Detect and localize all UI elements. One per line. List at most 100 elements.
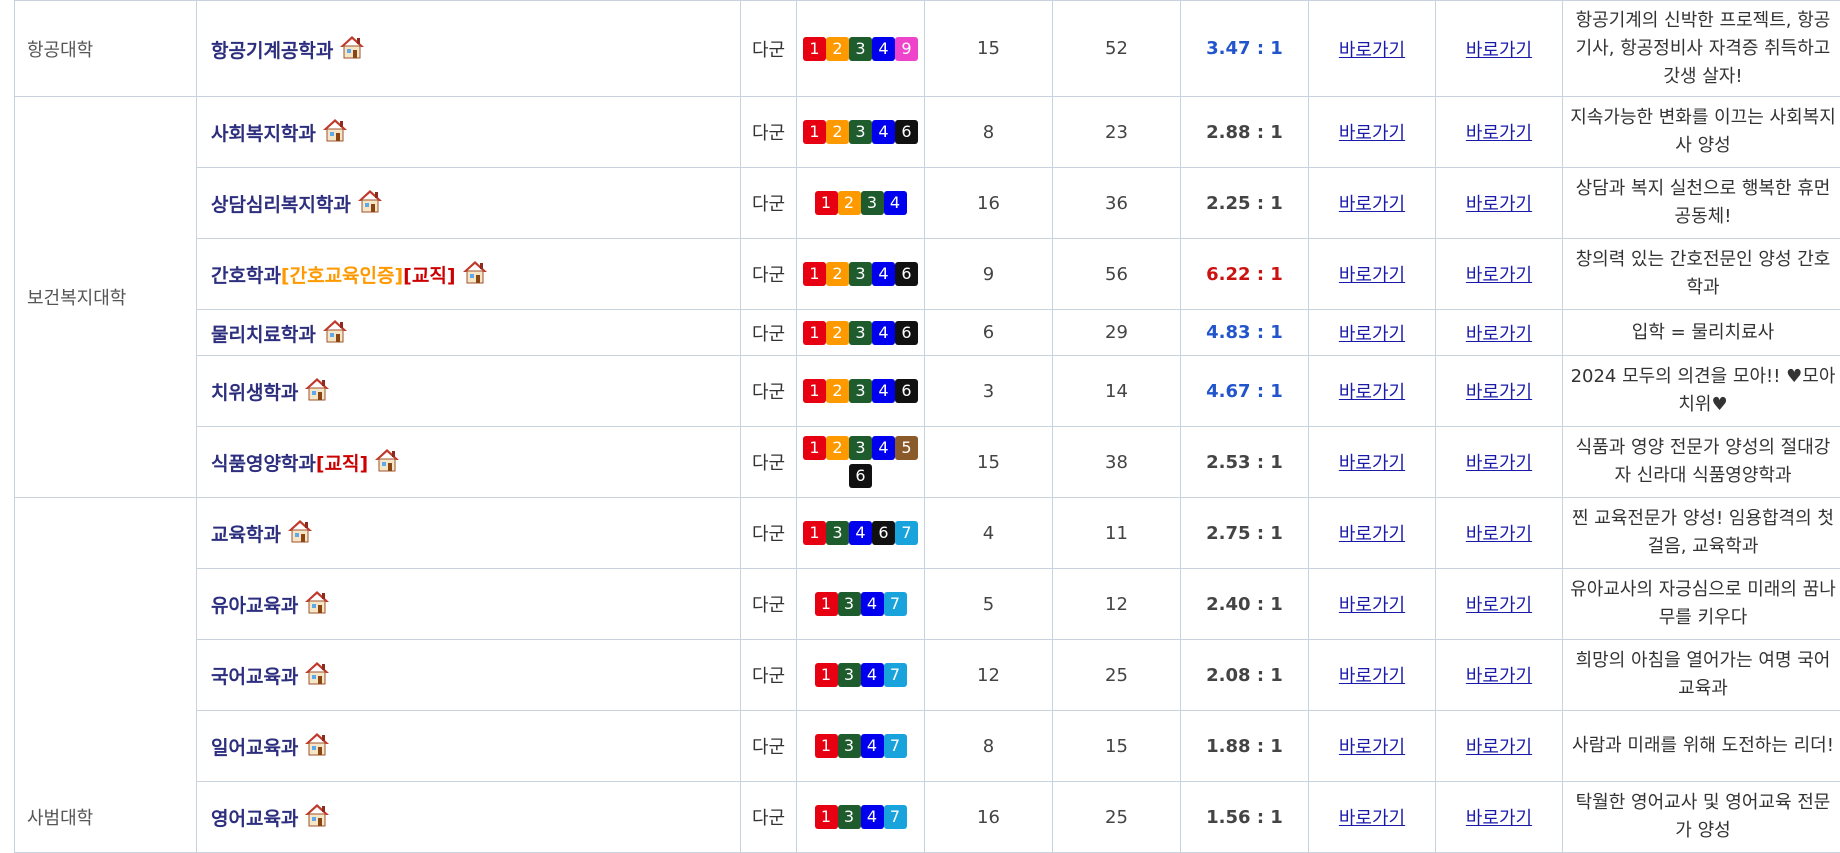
- shortcut-link-2[interactable]: 바로가기: [1466, 453, 1532, 474]
- competition-ratio: 2.40 : 1: [1181, 569, 1309, 640]
- department-cell: 국어교육과: [197, 640, 741, 711]
- badge-cell: 123456: [797, 427, 925, 498]
- number-badge: 1: [803, 120, 826, 144]
- department-name[interactable]: 치위생학과: [211, 382, 298, 404]
- department-name[interactable]: 상담심리복지학과: [211, 194, 351, 216]
- shortcut-link-2[interactable]: 바로가기: [1466, 666, 1532, 687]
- number-badge: 6: [895, 262, 918, 286]
- home-icon[interactable]: [322, 319, 348, 343]
- department-name[interactable]: 항공기계공학과: [211, 40, 333, 62]
- applicant-count: 25: [1053, 640, 1181, 711]
- shortcut-link-1[interactable]: 바로가기: [1339, 524, 1405, 545]
- department-description: 식품과 영양 전문가 양성의 절대강자 신라대 식품영양학과: [1563, 427, 1840, 498]
- shortcut-link-1[interactable]: 바로가기: [1339, 453, 1405, 474]
- home-icon[interactable]: [322, 118, 348, 142]
- department-name[interactable]: 국어교육과: [211, 666, 298, 688]
- badge-cell: 12349: [797, 1, 925, 97]
- dept-link-cell: 바로가기: [1309, 569, 1436, 640]
- home-icon[interactable]: [304, 732, 330, 756]
- dept-link-cell: 바로가기: [1309, 782, 1436, 853]
- department-description: 사람과 미래를 위해 도전하는 리더!: [1563, 711, 1840, 782]
- department-description: 창의력 있는 간호전문인 양성 간호학과: [1563, 239, 1840, 310]
- shortcut-link-2[interactable]: 바로가기: [1466, 123, 1532, 144]
- home-icon[interactable]: [462, 260, 488, 284]
- number-badge: 3: [849, 321, 872, 345]
- home-icon[interactable]: [304, 661, 330, 685]
- department-name[interactable]: 일어교육과: [211, 737, 298, 759]
- number-badge: 1: [815, 734, 838, 758]
- number-badge: 3: [838, 805, 861, 829]
- applicant-count: 52: [1053, 1, 1181, 97]
- shortcut-link-2[interactable]: 바로가기: [1466, 595, 1532, 616]
- shortcut-link-1[interactable]: 바로가기: [1339, 265, 1405, 286]
- shortcut-link-2[interactable]: 바로가기: [1466, 737, 1532, 758]
- home-icon[interactable]: [374, 448, 400, 472]
- department-cell: 사회복지학과: [197, 97, 741, 168]
- table-row: 상담심리복지학과다군123416362.25 : 1바로가기바로가기상담과 복지…: [15, 168, 1840, 239]
- department-cell: 물리치료학과: [197, 310, 741, 356]
- shortcut-link-2[interactable]: 바로가기: [1466, 194, 1532, 215]
- department-description: 2024 모두의 의견을 모아!! ♥모아치위♥: [1563, 356, 1840, 427]
- number-badge: 3: [838, 663, 861, 687]
- department-name[interactable]: 물리치료학과: [211, 324, 316, 346]
- home-icon[interactable]: [287, 519, 313, 543]
- teaching-tag: [교직]: [316, 453, 368, 475]
- shortcut-link-2[interactable]: 바로가기: [1466, 40, 1532, 61]
- department-name[interactable]: 간호학과: [211, 265, 281, 287]
- homepage-link-cell: 바로가기: [1436, 640, 1563, 711]
- number-badge: 1: [815, 191, 838, 215]
- competition-ratio: 1.56 : 1: [1181, 782, 1309, 853]
- number-badge: 3: [838, 734, 861, 758]
- number-badge: 7: [884, 592, 907, 616]
- shortcut-link-2[interactable]: 바로가기: [1466, 324, 1532, 345]
- shortcut-link-1[interactable]: 바로가기: [1339, 595, 1405, 616]
- home-icon[interactable]: [304, 590, 330, 614]
- shortcut-link-1[interactable]: 바로가기: [1339, 737, 1405, 758]
- number-badge: 4: [872, 262, 895, 286]
- number-badge: 4: [861, 805, 884, 829]
- number-badge: 7: [884, 663, 907, 687]
- number-badge: 4: [872, 379, 895, 403]
- department-name[interactable]: 사회복지학과: [211, 123, 316, 145]
- home-icon[interactable]: [339, 35, 365, 59]
- shortcut-link-1[interactable]: 바로가기: [1339, 666, 1405, 687]
- department-cell: 식품영양학과[교직]: [197, 427, 741, 498]
- shortcut-link-1[interactable]: 바로가기: [1339, 382, 1405, 403]
- shortcut-link-1[interactable]: 바로가기: [1339, 808, 1405, 829]
- department-description: 항공기계의 신박한 프로젝트, 항공기사, 항공정비사 자격증 취득하고 갓생 …: [1563, 1, 1840, 97]
- quota-count: 5: [925, 569, 1053, 640]
- department-cell: 치위생학과: [197, 356, 741, 427]
- shortcut-link-1[interactable]: 바로가기: [1339, 324, 1405, 345]
- shortcut-link-1[interactable]: 바로가기: [1339, 40, 1405, 61]
- home-icon[interactable]: [304, 377, 330, 401]
- shortcut-link-2[interactable]: 바로가기: [1466, 382, 1532, 403]
- number-badge: 2: [826, 120, 849, 144]
- college-name: 사범대학: [27, 808, 93, 829]
- quota-count: 4: [925, 498, 1053, 569]
- home-icon[interactable]: [304, 803, 330, 827]
- shortcut-link-1[interactable]: 바로가기: [1339, 194, 1405, 215]
- table-row: 식품영양학과[교직]다군12345615382.53 : 1바로가기바로가기식품…: [15, 427, 1840, 498]
- badge-cell: 1347: [797, 711, 925, 782]
- shortcut-link-2[interactable]: 바로가기: [1466, 524, 1532, 545]
- dept-link-cell: 바로가기: [1309, 498, 1436, 569]
- dept-link-cell: 바로가기: [1309, 97, 1436, 168]
- department-name[interactable]: 교육학과: [211, 524, 281, 546]
- admission-group: 다군: [741, 310, 797, 356]
- department-name[interactable]: 영어교육과: [211, 808, 298, 830]
- table-row: 물리치료학과다군123466294.83 : 1바로가기바로가기입학 = 물리치…: [15, 310, 1840, 356]
- table-row: 치위생학과다군123463144.67 : 1바로가기바로가기2024 모두의 …: [15, 356, 1840, 427]
- department-name[interactable]: 유아교육과: [211, 595, 298, 617]
- number-badge: 4: [861, 734, 884, 758]
- shortcut-link-2[interactable]: 바로가기: [1466, 265, 1532, 286]
- department-name[interactable]: 식품영양학과: [211, 453, 316, 475]
- applicant-count: 23: [1053, 97, 1181, 168]
- homepage-link-cell: 바로가기: [1436, 1, 1563, 97]
- badge-cell: 1347: [797, 640, 925, 711]
- home-icon[interactable]: [357, 189, 383, 213]
- department-cell: 교육학과: [197, 498, 741, 569]
- shortcut-link-1[interactable]: 바로가기: [1339, 123, 1405, 144]
- college-cell: 보건복지대학: [15, 97, 197, 498]
- number-badge: 3: [849, 262, 872, 286]
- shortcut-link-2[interactable]: 바로가기: [1466, 808, 1532, 829]
